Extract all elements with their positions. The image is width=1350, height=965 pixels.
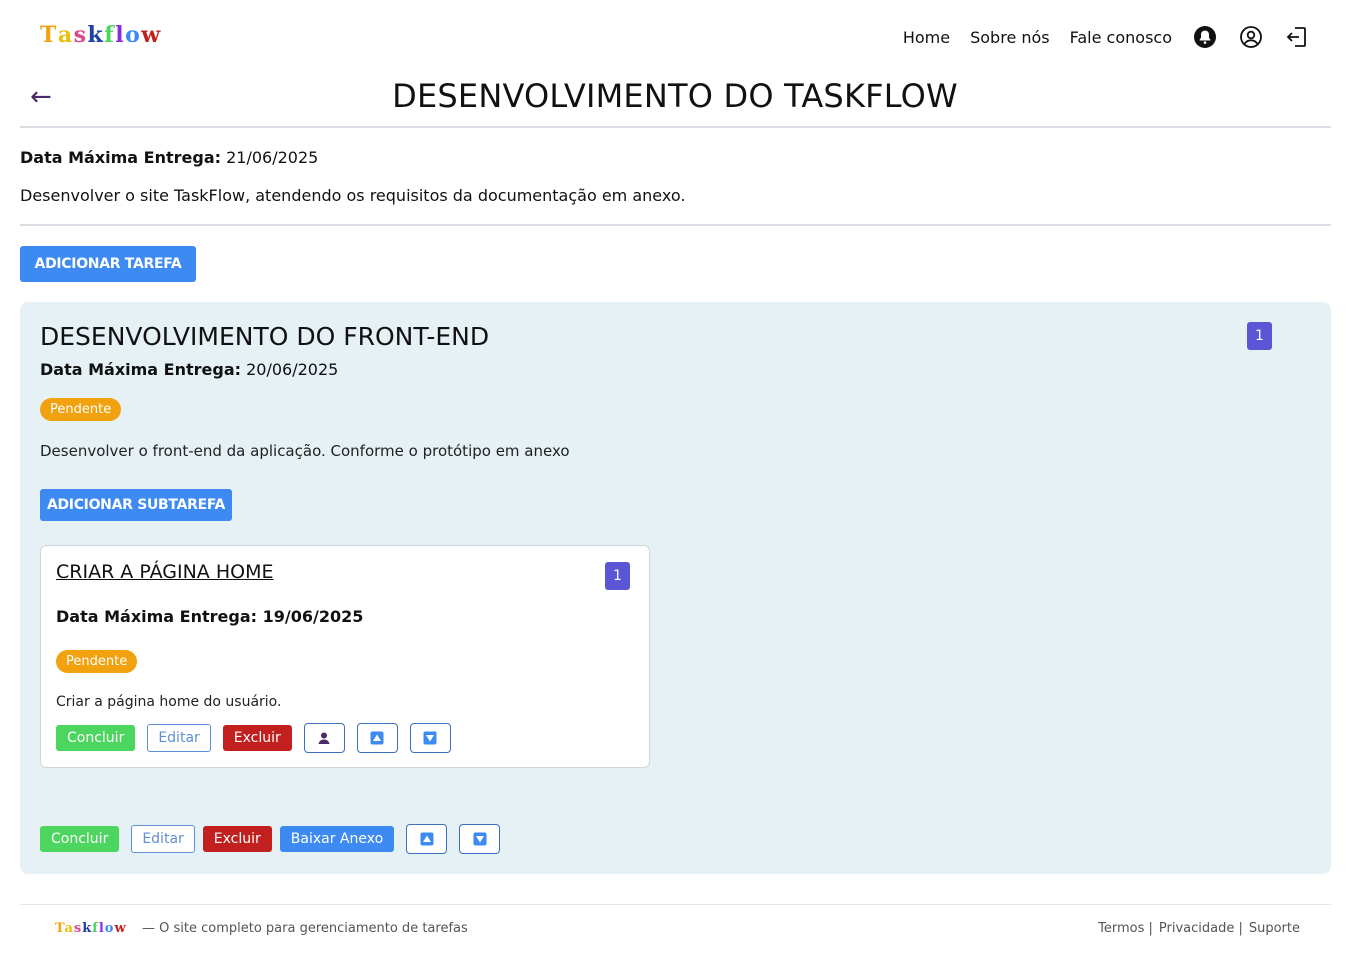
task-count-badge: 1	[1247, 322, 1272, 350]
project-description: Desenvolver o site TaskFlow, atendendo o…	[20, 186, 686, 205]
logo-letter: k	[87, 22, 105, 48]
task-title: DESENVOLVIMENTO DO FRONT-END	[40, 322, 490, 351]
add-subtask-button[interactable]: ADICIONAR SUBTAREFA	[40, 489, 232, 521]
subtask-deadline-label: Data Máxima Entrega:	[56, 607, 258, 626]
logo-letter: s	[73, 22, 88, 48]
page-title: DESENVOLVIMENTO DO TASKFLOW	[392, 77, 958, 115]
logo-letter: k	[82, 921, 93, 936]
logo-letter: s	[73, 921, 83, 936]
nav: Home Sobre nós Fale conosco	[903, 24, 1310, 50]
footer-link-support[interactable]: Suporte	[1249, 921, 1300, 936]
add-task-button[interactable]: ADICIONAR TAREFA	[20, 246, 196, 282]
footer-link-privacy[interactable]: Privacidade |	[1159, 921, 1243, 936]
user-icon	[318, 732, 330, 744]
logo-letter: w	[114, 921, 127, 936]
logo-letter: f	[92, 921, 99, 936]
footer-link-terms[interactable]: Termos |	[1098, 921, 1153, 936]
logo-letter: f	[104, 22, 116, 48]
subtask-move-up-button[interactable]	[356, 723, 398, 753]
arrow-up-icon	[420, 832, 434, 846]
footer-logo[interactable]: Taskflow	[55, 921, 127, 936]
logo-letter: a	[57, 22, 74, 48]
project-deadline: Data Máxima Entrega: 21/06/2025	[20, 148, 318, 167]
arrow-up-icon	[370, 731, 384, 745]
task-description: Desenvolver o front-end da aplicação. Co…	[40, 442, 570, 460]
subtask-actions: Concluir Editar Excluir	[56, 723, 451, 753]
logo-letter: a	[64, 921, 74, 936]
subtask-complete-button[interactable]: Concluir	[56, 725, 136, 751]
subtask-edit-button[interactable]: Editar	[147, 724, 211, 752]
download-attachment-button[interactable]: Baixar Anexo	[279, 826, 395, 852]
logo-letter: w	[141, 22, 162, 48]
subtask-count-badge: 1	[605, 562, 630, 590]
arrow-down-icon	[423, 731, 437, 745]
task-edit-button[interactable]: Editar	[131, 825, 195, 853]
task-delete-button[interactable]: Excluir	[202, 826, 272, 852]
subtask-deadline-value: 19/06/2025	[262, 607, 364, 626]
divider	[20, 224, 1331, 226]
task-move-up-button[interactable]	[406, 824, 448, 854]
footer-links: Termos | Privacidade | Suporte	[1098, 921, 1300, 936]
divider	[20, 126, 1331, 128]
subtask-deadline: Data Máxima Entrega: 19/06/2025	[56, 607, 363, 626]
logo-letter: T	[40, 22, 58, 48]
logout-icon[interactable]	[1284, 24, 1310, 50]
task-panel: DESENVOLVIMENTO DO FRONT-END 1 Data Máxi…	[20, 302, 1331, 874]
subtask-delete-button[interactable]: Excluir	[222, 725, 292, 751]
task-deadline-label: Data Máxima Entrega:	[40, 360, 242, 379]
task-actions: Concluir Editar Excluir Baixar Anexo	[40, 824, 501, 854]
logo-letter: l	[115, 22, 126, 48]
task-move-down-button[interactable]	[459, 824, 501, 854]
nav-home[interactable]: Home	[903, 28, 950, 47]
assign-user-button[interactable]	[303, 723, 345, 753]
subtask-description: Criar a página home do usuário.	[56, 694, 282, 710]
subtask-title[interactable]: CRIAR A PÁGINA HOME	[56, 561, 273, 583]
task-deadline: Data Máxima Entrega: 20/06/2025	[40, 360, 338, 379]
bell-icon[interactable]	[1192, 24, 1218, 50]
nav-about[interactable]: Sobre nós	[970, 28, 1050, 47]
logo[interactable]: Taskflow	[40, 22, 162, 48]
task-status-badge: Pendente	[40, 398, 122, 421]
arrow-down-icon	[473, 832, 487, 846]
subtask-status-badge: Pendente	[56, 650, 138, 673]
project-deadline-label: Data Máxima Entrega:	[20, 148, 222, 167]
subtask-card: CRIAR A PÁGINA HOME 1 Data Máxima Entreg…	[40, 545, 650, 768]
footer-divider	[20, 904, 1331, 905]
project-deadline-value: 21/06/2025	[226, 148, 319, 167]
subtask-move-down-button[interactable]	[409, 723, 451, 753]
task-complete-button[interactable]: Concluir	[40, 826, 120, 852]
nav-contact[interactable]: Fale conosco	[1070, 28, 1172, 47]
header: Taskflow Home Sobre nós Fale conosco	[0, 0, 1350, 72]
user-circle-icon[interactable]	[1238, 24, 1264, 50]
logo-letter: o	[125, 22, 142, 48]
task-deadline-value: 20/06/2025	[246, 360, 339, 379]
footer-tagline: — O site completo para gerenciamento de …	[142, 921, 468, 936]
logo-letter: o	[104, 921, 115, 936]
